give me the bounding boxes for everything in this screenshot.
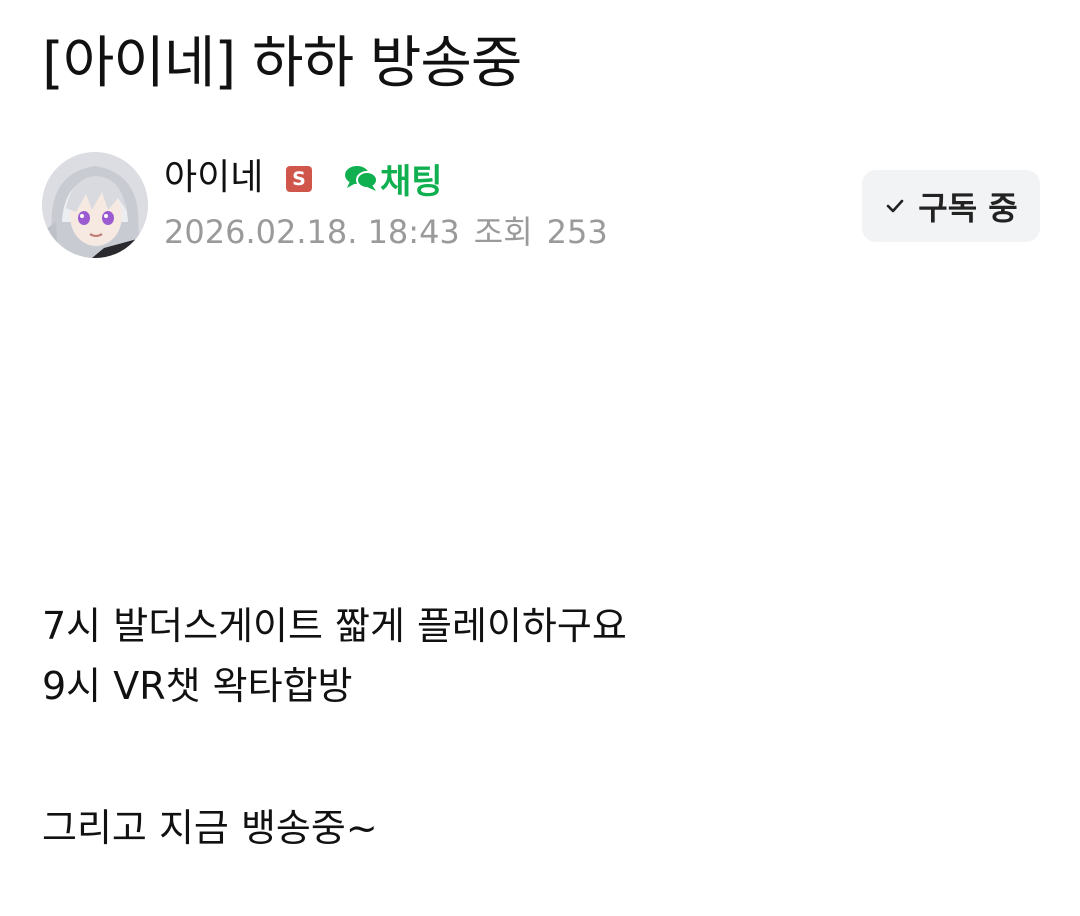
body-line: 7시 발더스게이트 짧게 플레이하구요 — [42, 604, 627, 648]
check-icon — [886, 199, 904, 213]
body-line: 그리고 지금 뱅송중~ — [42, 806, 378, 850]
author-avatar[interactable] — [42, 152, 148, 258]
chat-bubbles-icon — [345, 166, 378, 191]
avatar-image — [42, 152, 148, 258]
post-date: 2026.02.18. 18:43 — [164, 213, 460, 251]
chat-label: 채팅 — [380, 161, 443, 202]
post-page: [아이네] 하하 방송중 아이네 S 채팅 2026.02.18. 18:43 … — [0, 0, 1080, 916]
views-count: 253 — [546, 213, 608, 251]
post-body: 7시 발더스게이트 짧게 플레이하구요 9시 VR챗 왁타합방 그리고 지금 뱅… — [42, 596, 1042, 858]
post-title: [아이네] 하하 방송중 — [42, 31, 522, 96]
body-line: 9시 VR챗 왁타합방 — [42, 664, 353, 708]
author-name[interactable]: 아이네 — [164, 154, 263, 202]
chat-link[interactable]: 채팅 — [344, 154, 443, 202]
body-line-blank — [42, 716, 1042, 798]
s-badge-icon: S — [286, 166, 312, 192]
views-label: 조회 — [473, 213, 533, 251]
subscribe-label: 구독 중 — [918, 189, 1018, 227]
subscribe-button[interactable]: 구독 중 — [862, 170, 1040, 242]
post-meta: 2026.02.18. 18:43 조회 253 — [164, 210, 608, 254]
